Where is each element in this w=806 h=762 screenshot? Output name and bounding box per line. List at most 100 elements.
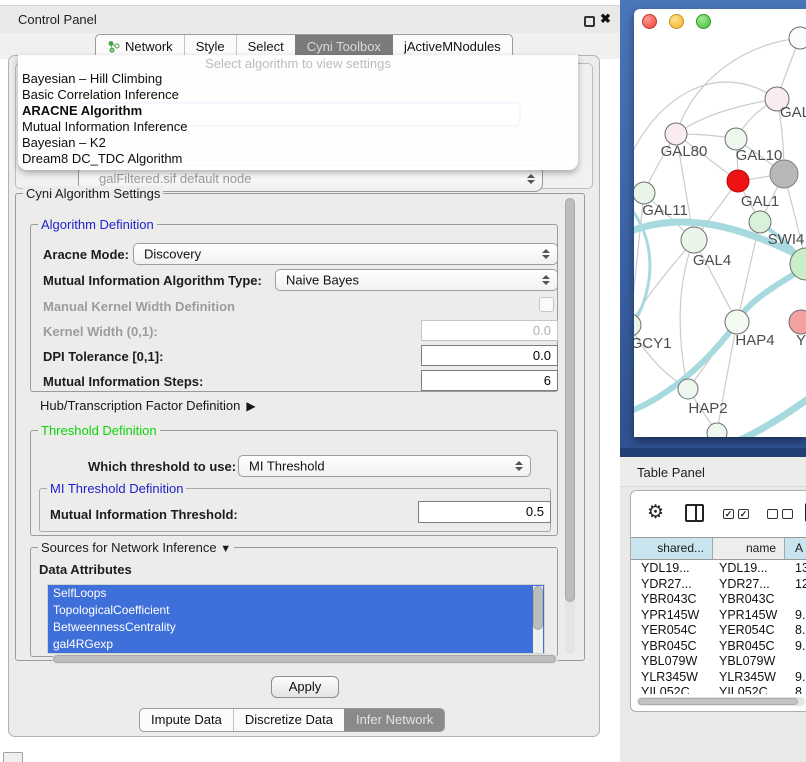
network-canvas[interactable]: GALGAL80GAL10GAL1GAL11SWI4GAL4GCY1HAP4YH…	[634, 9, 806, 437]
table-row[interactable]: YPR145WYPR145W9.	[631, 608, 806, 624]
network-node-top-partial[interactable]	[789, 27, 806, 49]
algorithm-definition-group: Algorithm Definition Aracne Mode: Discov…	[30, 224, 558, 392]
table-row[interactable]: YDR27...YDR27...12	[631, 577, 806, 593]
dropdown-item[interactable]: Bayesian – K2	[22, 135, 572, 151]
network-node-gray[interactable]	[770, 160, 798, 188]
network-node-HAP2[interactable]	[678, 379, 698, 399]
manual-kernel-width-checkbox[interactable]	[539, 297, 554, 312]
mi-algorithm-type-value: Naive Bayes	[286, 273, 359, 288]
network-view-window[interactable]: GALGAL80GAL10GAL1GAL11SWI4GAL4GCY1HAP4YH…	[634, 9, 806, 437]
aracne-mode-combobox[interactable]: Discovery	[133, 243, 558, 265]
table-row[interactable]: YBR043CYBR043C	[631, 592, 806, 608]
apply-button[interactable]: Apply	[271, 676, 339, 698]
attribute-list-item[interactable]: SelfLoops	[48, 585, 544, 602]
table-row[interactable]: YER054CYER054C8.	[631, 623, 806, 639]
table-toolbar: ⚙ ✓✓	[631, 491, 806, 535]
settings-horizontal-scrollbar[interactable]	[52, 654, 558, 664]
network-node-bottom[interactable]	[707, 423, 727, 437]
data-attributes-label: Data Attributes	[39, 562, 132, 577]
which-threshold-value: MI Threshold	[249, 459, 325, 474]
sources-group: Sources for Network Inference ▼ Data Att…	[30, 547, 558, 657]
dpi-tolerance-field[interactable]: 0.0	[421, 345, 558, 366]
network-tab-icon	[107, 40, 120, 53]
application-window: Control Panel ✖ NetworkStyleSelectCyni T…	[0, 0, 806, 762]
float-window-icon[interactable]	[584, 16, 595, 27]
network-node-label: HAP2	[688, 400, 727, 417]
mi-steps-label: Mutual Information Steps:	[43, 374, 203, 389]
network-node-GAL4[interactable]	[681, 227, 707, 253]
table-row[interactable]: YDL19...YDL19...13	[631, 561, 806, 577]
mi-steps-field[interactable]: 6	[421, 370, 558, 391]
table-panel: ⚙ ✓✓ shared...nameA YDL19...YDL19...13YD…	[630, 490, 806, 712]
table-cell: YPR145W	[713, 608, 785, 624]
network-node-GCY1[interactable]	[634, 314, 641, 336]
hub-transcription-expander[interactable]: Hub/Transcription Factor Definition▶	[40, 398, 256, 413]
table-row[interactable]: YBL079WYBL079W	[631, 654, 806, 670]
table-cell: 8.	[785, 623, 806, 639]
data-attributes-list[interactable]: SelfLoopsTopologicalCoefficientBetweenne…	[47, 584, 545, 654]
network-node-GAL11[interactable]	[634, 182, 655, 204]
network-node-HAP4[interactable]	[725, 310, 749, 334]
settings-vertical-scrollbar[interactable]	[565, 198, 575, 654]
deselect-all-checkboxes-icon[interactable]	[767, 509, 793, 519]
dropdown-item[interactable]: Basic Correlation Inference	[22, 87, 572, 103]
dropdown-item[interactable]: ARACNE Algorithm	[22, 103, 572, 119]
table-cell: YPR145W	[631, 608, 713, 624]
dropdown-item[interactable]: Dream8 DC_TDC Algorithm	[22, 151, 572, 167]
table-cell: YBR043C	[631, 592, 713, 608]
table-horizontal-scrollbar[interactable]	[637, 697, 805, 706]
table-panel-title: Table Panel	[637, 465, 705, 480]
close-icon[interactable]: ✖	[600, 11, 611, 27]
table-row[interactable]: YBR045CYBR045C9.	[631, 639, 806, 655]
mi-threshold-field[interactable]: 0.5	[418, 501, 551, 523]
scrollbar-thumb[interactable]	[638, 698, 798, 705]
table-cell: YBR045C	[631, 639, 713, 655]
collapsed-panel-icon[interactable]	[3, 752, 23, 762]
column-header[interactable]: A	[785, 538, 806, 559]
table-cell: YER054C	[631, 623, 713, 639]
scrollbar-thumb[interactable]	[533, 586, 543, 630]
attribute-list-item[interactable]: TopologicalCoefficient	[48, 602, 544, 619]
scrollbar-thumb[interactable]	[53, 655, 556, 663]
network-node-GAL1[interactable]	[749, 211, 771, 233]
attribute-list-item[interactable]: BetweennessCentrality	[48, 619, 544, 636]
manual-kernel-width-label: Manual Kernel Width Definition	[43, 299, 235, 314]
which-threshold-combobox[interactable]: MI Threshold	[238, 455, 531, 477]
sources-title-text: Sources for Network Inference	[41, 540, 217, 555]
network-node-GAL80[interactable]	[665, 123, 687, 145]
tab-impute-data[interactable]: Impute Data	[140, 709, 233, 731]
table-cell: YDR27...	[631, 577, 713, 593]
network-node-label: GAL4	[693, 252, 731, 269]
settings-group-title: Cyni Algorithm Settings	[23, 186, 163, 201]
table-panel-titlebar: Table Panel	[620, 457, 806, 487]
columns-icon[interactable]	[685, 504, 704, 522]
table-cell: YBR045C	[713, 639, 785, 655]
mi-algorithm-type-combobox[interactable]: Naive Bayes	[275, 269, 558, 291]
table-row[interactable]: YLR345WYLR345W9.	[631, 670, 806, 686]
column-header[interactable]: name	[713, 538, 785, 559]
kernel-width-field[interactable]: 0.0	[421, 320, 558, 341]
network-node-salmon[interactable]	[789, 310, 806, 334]
sources-group-title[interactable]: Sources for Network Inference ▼	[38, 540, 234, 557]
scrollbar-thumb[interactable]	[565, 198, 575, 602]
network-node-red[interactable]	[727, 170, 749, 192]
table-cell: YLR345W	[713, 670, 785, 686]
table-panel-area: Table Panel ⚙ ✓✓ shared...nameA YDL19...…	[620, 457, 806, 762]
tab-infer-network[interactable]: Infer Network	[344, 709, 444, 731]
network-node-label: GAL1	[741, 193, 779, 210]
mi-threshold-label: Mutual Information Threshold:	[50, 507, 238, 522]
tab-discretize-data[interactable]: Discretize Data	[233, 709, 344, 731]
table-cell	[785, 654, 806, 670]
attribute-list-item[interactable]: gal4RGexp	[48, 636, 544, 653]
table-row[interactable]: YIL052CYIL052C8.	[631, 685, 806, 694]
aracne-mode-value: Discovery	[144, 247, 201, 262]
dropdown-item[interactable]: Mutual Information Inference	[22, 119, 572, 135]
dropdown-item[interactable]: Bayesian – Hill Climbing	[22, 71, 572, 87]
select-all-checkboxes-icon[interactable]: ✓✓	[723, 509, 749, 519]
column-header[interactable]: shared...	[631, 538, 713, 559]
threshold-definition-group: Threshold Definition Which threshold to …	[30, 430, 558, 536]
control-panel-header: Control Panel ✖	[0, 5, 620, 33]
collapse-arrow-icon: ▼	[220, 543, 231, 555]
gear-icon[interactable]: ⚙	[647, 501, 664, 524]
list-scrollbar[interactable]	[533, 586, 543, 654]
